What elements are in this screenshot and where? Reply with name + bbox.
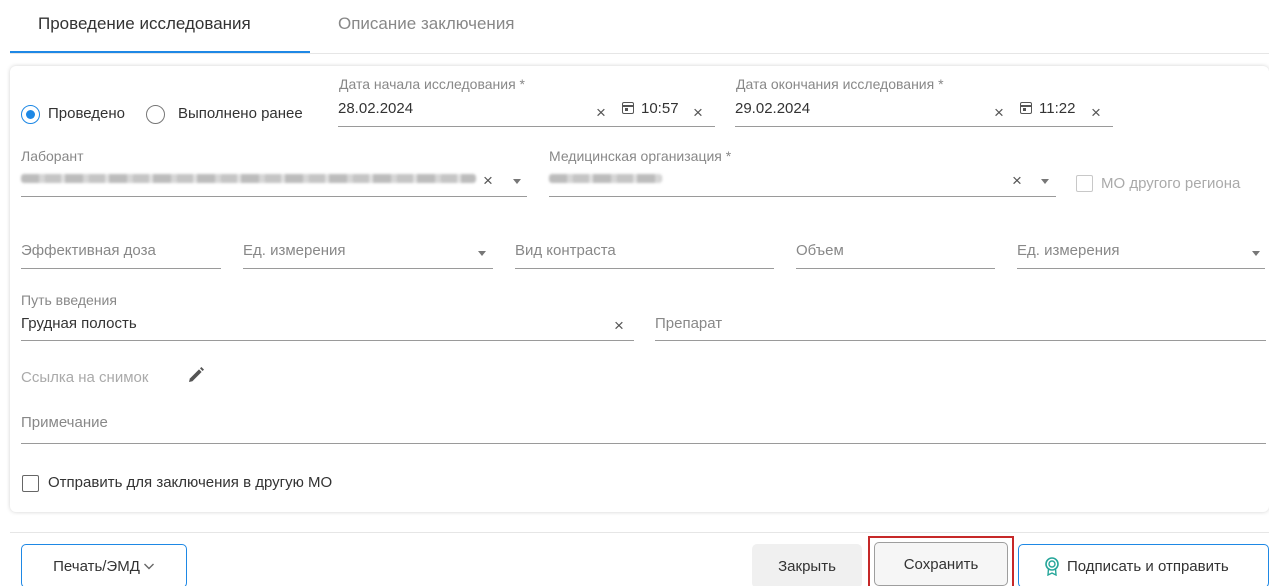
pencil-icon[interactable] bbox=[186, 365, 206, 385]
lab-label: Лаборант bbox=[21, 148, 84, 164]
note-field[interactable]: Примечание bbox=[21, 414, 108, 431]
send-other-mo-label: Отправить для заключения в другую МО bbox=[48, 474, 333, 491]
end-date-input[interactable]: 29.02.2024 bbox=[735, 100, 810, 117]
radio-done[interactable] bbox=[21, 105, 40, 124]
clear-lab-icon[interactable]: × bbox=[483, 172, 493, 189]
org-value-redacted[interactable] bbox=[549, 174, 662, 183]
print-emd-label: Печать/ЭМД bbox=[53, 557, 140, 575]
print-emd-button[interactable]: Печать/ЭМД bbox=[21, 544, 187, 586]
other-region-label: МО другого региона bbox=[1101, 175, 1241, 192]
footer-divider bbox=[10, 532, 1269, 533]
org-label: Медицинская организация * bbox=[549, 148, 732, 164]
active-tab-indicator bbox=[10, 51, 310, 53]
start-time-input[interactable]: 10:57 bbox=[641, 100, 679, 117]
org-dropdown-icon[interactable] bbox=[1041, 179, 1049, 184]
drug-underline bbox=[655, 340, 1266, 341]
contrast-type-field[interactable]: Вид контраста bbox=[515, 242, 616, 259]
chevron-down-icon bbox=[143, 563, 154, 570]
clear-route-icon[interactable]: × bbox=[614, 317, 624, 334]
contrast-type-underline bbox=[515, 268, 774, 269]
clear-start-date-icon[interactable]: × bbox=[596, 104, 606, 121]
route-label: Путь введения bbox=[21, 292, 117, 308]
org-underline bbox=[549, 196, 1056, 197]
effective-dose-field[interactable]: Эффективная доза bbox=[21, 242, 156, 259]
start-date-underline bbox=[338, 126, 715, 127]
sign-send-button[interactable]: Подписать и отправить bbox=[1018, 544, 1269, 586]
other-region-checkbox[interactable] bbox=[1076, 175, 1093, 192]
tabs-divider bbox=[10, 53, 1269, 54]
radio-done-earlier-label: Выполнено ранее bbox=[178, 105, 303, 122]
procedure-form-card bbox=[10, 66, 1269, 512]
tab-conclusion[interactable]: Описание заключения bbox=[338, 14, 515, 34]
route-underline bbox=[21, 340, 634, 341]
volume-underline bbox=[796, 268, 995, 269]
start-date-label: Дата начала исследования * bbox=[339, 76, 525, 92]
volume-unit-select[interactable]: Ед. измерения bbox=[1017, 242, 1119, 259]
lab-underline bbox=[21, 196, 527, 197]
route-select[interactable]: Грудная полость bbox=[21, 315, 137, 332]
image-link-label: Ссылка на снимок bbox=[21, 369, 149, 386]
clear-end-date-icon[interactable]: × bbox=[994, 104, 1004, 121]
sign-send-label: Подписать и отправить bbox=[1067, 557, 1229, 575]
dose-unit-underline bbox=[243, 268, 493, 269]
clear-start-time-icon[interactable]: × bbox=[693, 104, 703, 121]
drug-field[interactable]: Препарат bbox=[655, 315, 722, 332]
dose-unit-select[interactable]: Ед. измерения bbox=[243, 242, 345, 259]
dose-unit-dropdown-icon[interactable] bbox=[478, 251, 486, 256]
tab-procedure[interactable]: Проведение исследования bbox=[38, 14, 251, 34]
end-time-input[interactable]: 11:22 bbox=[1039, 100, 1075, 117]
close-button[interactable]: Закрыть bbox=[752, 544, 862, 586]
certificate-icon bbox=[1045, 557, 1059, 576]
lab-value-redacted[interactable] bbox=[21, 174, 476, 183]
clear-org-icon[interactable]: × bbox=[1012, 172, 1022, 189]
radio-done-earlier[interactable] bbox=[146, 105, 165, 124]
end-date-underline bbox=[735, 126, 1113, 127]
end-calendar-icon[interactable] bbox=[1020, 102, 1032, 114]
end-date-label: Дата окончания исследования * bbox=[736, 76, 944, 92]
effective-dose-underline bbox=[21, 268, 221, 269]
start-date-input[interactable]: 28.02.2024 bbox=[338, 100, 413, 117]
clear-end-time-icon[interactable]: × bbox=[1091, 104, 1101, 121]
volume-field[interactable]: Объем bbox=[796, 242, 844, 259]
lab-dropdown-icon[interactable] bbox=[513, 179, 521, 184]
volume-unit-underline bbox=[1017, 268, 1265, 269]
radio-done-label: Проведено bbox=[48, 105, 125, 122]
send-other-mo-checkbox[interactable] bbox=[22, 475, 39, 492]
start-calendar-icon[interactable] bbox=[622, 102, 634, 114]
save-button[interactable]: Сохранить bbox=[874, 542, 1008, 586]
volume-unit-dropdown-icon[interactable] bbox=[1252, 251, 1260, 256]
note-underline bbox=[21, 443, 1266, 444]
